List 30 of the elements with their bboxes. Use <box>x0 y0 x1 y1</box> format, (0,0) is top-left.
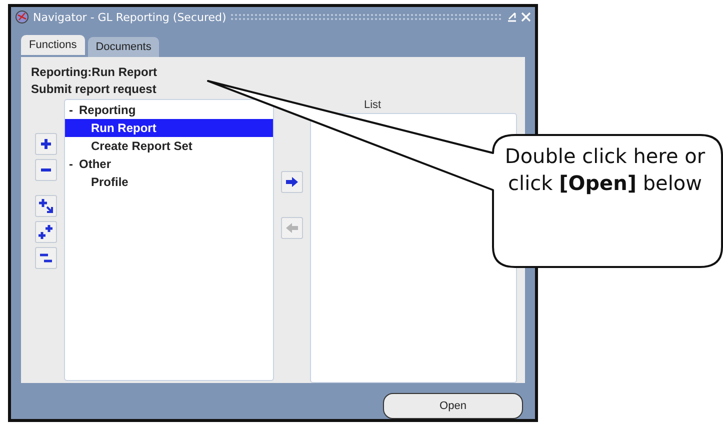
collapse-all-icon <box>39 251 53 265</box>
expand-button[interactable] <box>35 133 57 155</box>
expander-marker[interactable]: - <box>69 101 73 119</box>
tab[interactable]: Documents <box>88 37 160 57</box>
window-title: Navigator - GL Reporting (Secured) <box>33 10 226 24</box>
expander-marker[interactable]: - <box>69 155 73 173</box>
tree-item[interactable]: Run Report <box>65 119 273 137</box>
tab[interactable]: Functions <box>21 35 85 55</box>
tree-item[interactable]: Profile <box>65 173 273 191</box>
expand-branch-icon <box>38 198 54 214</box>
tree-item[interactable]: Create Report Set <box>65 137 273 155</box>
minimize-icon[interactable] <box>507 12 517 22</box>
tree-item[interactable]: - Reporting <box>65 101 273 119</box>
open-button[interactable]: Open <box>383 393 523 419</box>
left-arrow-icon <box>285 222 299 234</box>
minus-icon <box>40 167 52 173</box>
collapse-button[interactable] <box>35 159 57 181</box>
expand-all-button[interactable] <box>35 221 57 243</box>
collapse-all-button[interactable] <box>35 247 57 269</box>
expand-branch-button[interactable] <box>35 195 57 217</box>
add-button[interactable] <box>281 171 303 193</box>
expand-all-icon <box>38 224 54 240</box>
callout-text: Double click here or click [Open] below <box>504 143 706 197</box>
right-arrow-icon <box>285 176 299 188</box>
function-description: Submit report request <box>31 82 158 98</box>
function-path: Reporting:Run Report <box>31 65 158 81</box>
tree-item[interactable]: - Other <box>65 155 273 173</box>
close-icon[interactable] <box>521 12 531 22</box>
list-label: List <box>364 99 382 113</box>
plus-icon <box>40 138 52 150</box>
